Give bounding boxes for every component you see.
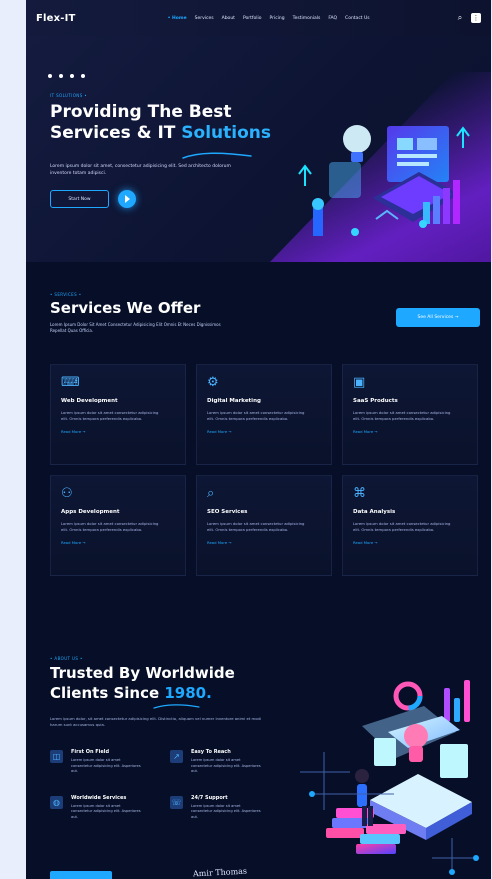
service-card-description: Lorem ipsum dolor sit amet consectetur a… [353,521,451,532]
service-card-title: Digital Marketing [207,398,261,404]
read-more-link[interactable]: Read More → [353,540,467,545]
about-features: ◫ First On Field Lorem ipsum dolor sit a… [50,749,280,821]
feature-title: First On Field [71,749,110,755]
nav-services[interactable]: Services [195,16,214,21]
about-isometric-illustration [300,680,479,875]
facebook-icon[interactable] [48,74,52,78]
see-all-services-button[interactable]: See All Services → [396,308,480,327]
header-actions: ⌕ ⋮ [455,13,481,23]
nav-pricing[interactable]: Pricing [269,16,284,21]
nav-home[interactable]: • Home [168,16,187,21]
service-card-description: Lorem ipsum dolor sit amet consectetur a… [353,410,451,421]
hero-tag: IT SOLUTIONS • [50,93,88,98]
services-grid: ⌨ Web Development Lorem ipsum dolor sit … [50,364,490,576]
nav-portfolio[interactable]: Portfolio [243,16,262,21]
read-more-link[interactable]: Read More → [61,429,175,434]
instagram-icon[interactable] [70,74,74,78]
globe-icon: ◍ [50,795,63,809]
about-title-year: 1980. [164,684,212,702]
about-section: • ABOUT US • Trusted By Worldwide Client… [26,623,491,879]
read-more-link[interactable]: Read More → [353,429,467,434]
read-more-link[interactable]: Read More → [61,540,175,545]
feature-title: 24/7 Support [191,794,228,801]
feature-24-7-support: ☏ 24/7 Support Lorem ipsum dolor sit ame… [170,795,280,821]
service-card-title: SEO Services [207,509,248,515]
dashboard-icon: ▣ [353,375,366,390]
feature-description: Lorem ipsum dolor sit amet consectetur a… [191,758,261,774]
about-tag: • ABOUT US • [50,656,83,661]
service-card-saas-products[interactable]: ▣ SaaS Products Lorem ipsum dolor sit am… [342,364,478,465]
site-logo[interactable]: Flex-IT [36,13,76,24]
rocket-icon: ↗ [170,750,183,763]
nav-about[interactable]: About [222,16,235,21]
service-card-seo-services[interactable]: ⌕ SEO Services Lorem ipsum dolor sit ame… [196,475,332,576]
hero-tech-illustration [298,125,470,236]
about-title-line-2: Clients Since 1980. [50,683,240,703]
about-description: Lorem ipsum dolor, sit amet consectetur … [50,716,261,727]
support-icon: ☏ [170,795,183,809]
services-title: Services We Offer [50,299,201,317]
service-card-web-development[interactable]: ⌨ Web Development Lorem ipsum dolor sit … [50,364,186,465]
start-now-button[interactable]: Start Now [50,190,109,208]
site-header: Flex-IT • Home Services About Portfolio … [26,0,491,36]
hero-title-line-1: Providing The Best [50,102,232,122]
feature-easy-to-reach: ↗ Easy To Reach Lorem ipsum dolor sit am… [170,749,280,775]
signature: Amir Thomas [192,866,248,879]
service-card-title: Web Development [61,398,118,404]
hero-title: Providing The Best Services & IT Solutio… [50,102,275,144]
hero-title-prefix: Services & IT [50,123,182,143]
search-icon: ⌕ [207,486,215,501]
nav-faq[interactable]: FAQ [328,16,337,21]
read-more-link[interactable]: Read More → [207,540,321,545]
data-analysis-icon: ⌘ [353,486,366,501]
about-cta-button[interactable] [50,871,112,879]
layers-icon: ◫ [50,750,63,763]
play-video-button[interactable] [118,190,136,208]
service-card-description: Lorem ipsum dolor sit amet consectetur a… [61,410,159,421]
services-section: • SERVICES • Services We Offer Lorem Ips… [26,262,491,623]
service-card-digital-marketing[interactable]: ⚙ Digital Marketing Lorem ipsum dolor si… [196,364,332,465]
main-nav: • Home Services About Portfolio Pricing … [168,16,370,21]
feature-description: Lorem ipsum dolor sit amet consectetur a… [71,758,141,774]
services-description: Lorem Ipsum Dolor Sit Amet Consectetur A… [50,322,221,333]
gear-network-icon: ⚙ [207,375,219,390]
service-card-description: Lorem ipsum dolor sit amet consectetur a… [207,521,305,532]
youtube-icon[interactable] [59,74,63,78]
service-card-title: SaaS Products [353,398,398,404]
feature-first-on-field: ◫ First On Field Lorem ipsum dolor sit a… [50,749,160,775]
feature-description: Lorem ipsum dolor sit amet consectetur a… [71,803,141,819]
hero-title-underline [182,152,252,159]
hero-title-line-2: Services & IT Solutions [50,123,275,144]
nav-contact-us[interactable]: Contact Us [345,16,370,21]
service-card-title: Data Analysis [353,509,396,515]
service-card-apps-development[interactable]: ⚇ Apps Development Lorem ipsum dolor sit… [50,475,186,576]
code-window-icon: ⌨ [61,375,80,390]
twitter-icon[interactable] [81,74,85,78]
nav-testimonials[interactable]: Testimonials [293,16,321,21]
hero-section: IT SOLUTIONS • Providing The Best Servic… [26,36,491,262]
feature-description: Lorem ipsum dolor sit amet consectetur a… [191,803,261,819]
read-more-link[interactable]: Read More → [207,429,321,434]
about-title-prefix: Clients Since [50,684,165,702]
app-users-icon: ⚇ [61,486,73,501]
feature-worldwide-services: ◍ Worldwide Services Lorem ipsum dolor s… [50,795,160,821]
service-card-description: Lorem ipsum dolor sit amet consectetur a… [61,521,159,532]
service-card-title: Apps Development [61,509,120,515]
search-icon[interactable]: ⌕ [455,13,465,23]
hero-description: Lorem ipsum dolor sit amet, consectetur … [50,164,231,176]
social-links [48,74,85,78]
hero-title-highlight: Solutions [181,123,272,143]
hero-actions: Start Now [50,190,136,208]
services-tag: • SERVICES • [50,292,82,297]
feature-title: Easy To Reach [191,749,231,755]
about-title: Trusted By Worldwide Clients Since 1980. [50,663,240,703]
about-title-underline [153,704,200,709]
grid-icon[interactable]: ⋮ [471,13,481,23]
feature-title: Worldwide Services [71,794,127,801]
about-title-line-1: Trusted By Worldwide [50,664,235,682]
service-card-description: Lorem ipsum dolor sit amet consectetur a… [207,410,305,421]
website-page: Flex-IT • Home Services About Portfolio … [26,0,491,879]
service-card-data-analysis[interactable]: ⌘ Data Analysis Lorem ipsum dolor sit am… [342,475,478,576]
